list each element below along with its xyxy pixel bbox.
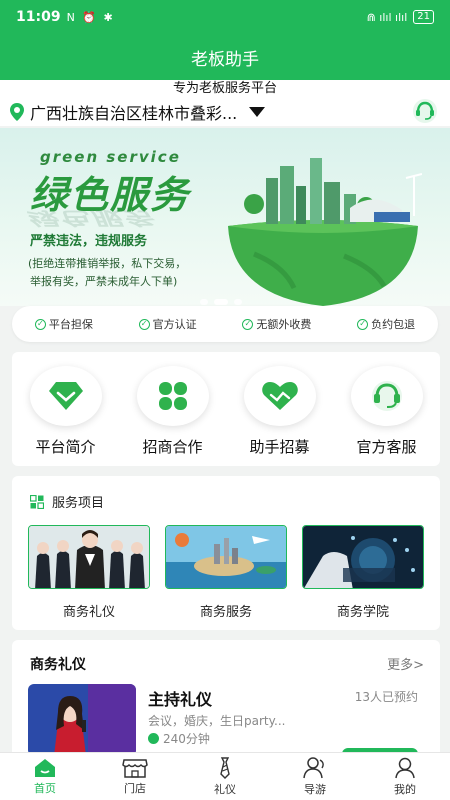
guarantee-item: ✓ 无额外收费 [242, 316, 311, 332]
home-icon [35, 758, 55, 777]
quick-action-platform-intro[interactable]: 平台简介 [16, 366, 116, 457]
guarantee-strip: ✓ 平台担保 ✓ 官方认证 ✓ 无额外收费 ✓ 负约包退 [12, 306, 438, 342]
check-circle-icon: ✓ [242, 318, 254, 330]
promo-banner[interactable]: green service 绿色服务 绿色服务 严禁违法，违规服务 (拒绝连带推… [0, 128, 450, 306]
service-label: 商务学院 [336, 605, 389, 620]
app-title: 老板助手 [191, 49, 259, 70]
quick-action-recruitment[interactable]: 助手招募 [230, 366, 330, 457]
banner-pagination [200, 299, 242, 305]
tab-label: 礼仪 [214, 782, 236, 796]
customer-service-icon[interactable] [412, 98, 438, 124]
tab-label: 门店 [124, 781, 146, 795]
host-photo [28, 684, 136, 756]
banner-notice-line2: 举报有奖，严禁未成年人下单) [30, 275, 178, 288]
service-label: 商务礼仪 [62, 605, 115, 620]
clover-icon [158, 382, 187, 410]
handshake-icon [261, 382, 298, 410]
quick-action-label: 官方客服 [356, 438, 417, 456]
check-circle-icon: ✓ [138, 318, 150, 330]
banner-notice-line1: (拒绝连带推销举报，私下交易， [28, 257, 187, 270]
status-bar: 11:09 N ⏰ ✱ ⋒ ılıl ılıl 21 [0, 0, 450, 34]
quick-action-label: 助手招募 [249, 438, 310, 456]
guarantee-item: ✓ 平台担保 [34, 316, 93, 332]
tab-profile[interactable]: 我的 [360, 753, 450, 800]
tab-store[interactable]: 门店 [90, 753, 180, 800]
quick-actions: 平台简介 招商合作 助手招募 官方客服 [12, 352, 440, 466]
location-text[interactable]: 广西壮族自治区桂林市叠彩... [30, 100, 237, 124]
service-label: 商务服务 [199, 605, 252, 620]
bottom-tab-bar: 首页 门店 礼仪 导游 我的 [0, 752, 450, 800]
tab-label: 导游 [304, 782, 326, 796]
guide-person-icon [303, 756, 324, 778]
check-circle-icon: ✓ [357, 318, 369, 330]
check-circle-icon: ✓ [34, 318, 46, 330]
quick-action-customer-service[interactable]: 官方客服 [337, 366, 437, 457]
more-link[interactable]: 更多> [387, 654, 424, 673]
green-city-globe-illustration [228, 158, 422, 306]
service-item-etiquette[interactable]: 商务礼仪 [28, 525, 150, 620]
service-item-business-academy[interactable]: 商务学院 [302, 525, 424, 620]
tab-label: 我的 [394, 782, 416, 796]
pagination-dot[interactable] [200, 299, 208, 305]
app-bar: 老板助手 [0, 34, 450, 80]
host-etiquette-image[interactable] [28, 684, 136, 756]
quick-action-label: 平台简介 [35, 438, 96, 456]
service-item-business-service[interactable]: 商务服务 [165, 525, 287, 620]
guarantee-item: ✓ 负约包退 [357, 316, 415, 332]
pagination-dot-active[interactable] [214, 299, 228, 305]
guarantee-item: ✓ 官方认证 [138, 316, 197, 332]
platform-subtitle: 专为老板服务平台 [0, 80, 450, 98]
tie-icon [220, 756, 230, 779]
location-bar[interactable]: 广西壮族自治区桂林市叠彩... [0, 98, 450, 126]
tab-label: 首页 [34, 781, 56, 795]
tab-home[interactable]: 首页 [0, 753, 90, 800]
item-name[interactable]: 主持礼仪 [148, 686, 212, 710]
store-icon [122, 758, 148, 778]
section-title: 商务礼仪 [30, 657, 86, 673]
headset-icon [371, 381, 402, 411]
battery-icon: 21 [413, 10, 434, 24]
user-icon [395, 757, 415, 778]
section-title: 服务项目 [52, 496, 105, 511]
status-indicators: N ⏰ ✱ [66, 10, 115, 24]
item-duration: 240分钟 [148, 730, 210, 747]
business-planning-photo [303, 526, 423, 588]
tab-guide[interactable]: 导游 [270, 753, 360, 800]
quick-action-label: 招商合作 [142, 438, 203, 456]
pagination-dot[interactable] [234, 299, 242, 305]
location-pin-icon [10, 103, 24, 121]
section-header: 服务项目 [30, 492, 104, 511]
diamond-icon [48, 382, 83, 410]
tab-etiquette[interactable]: 礼仪 [180, 753, 270, 800]
clock-icon [148, 733, 159, 744]
chevron-down-icon[interactable] [249, 107, 266, 117]
service-projects-section: 服务项目 商务礼仪 商务服务 商务学院 [12, 476, 440, 630]
quick-action-cooperation[interactable]: 招商合作 [123, 366, 223, 457]
world-travel-photo [166, 526, 286, 588]
etiquette-staff-photo [29, 526, 149, 588]
item-description: 会议，婚庆，生日party... [148, 714, 286, 728]
signal-icon: ⋒ ılıl ılıl [366, 10, 408, 24]
status-time: 11:09 [16, 9, 61, 25]
booking-count: 13人已预约 [354, 690, 418, 704]
banner-warning: 严禁违法，违规服务 [30, 234, 148, 249]
grid-icon [30, 494, 44, 509]
